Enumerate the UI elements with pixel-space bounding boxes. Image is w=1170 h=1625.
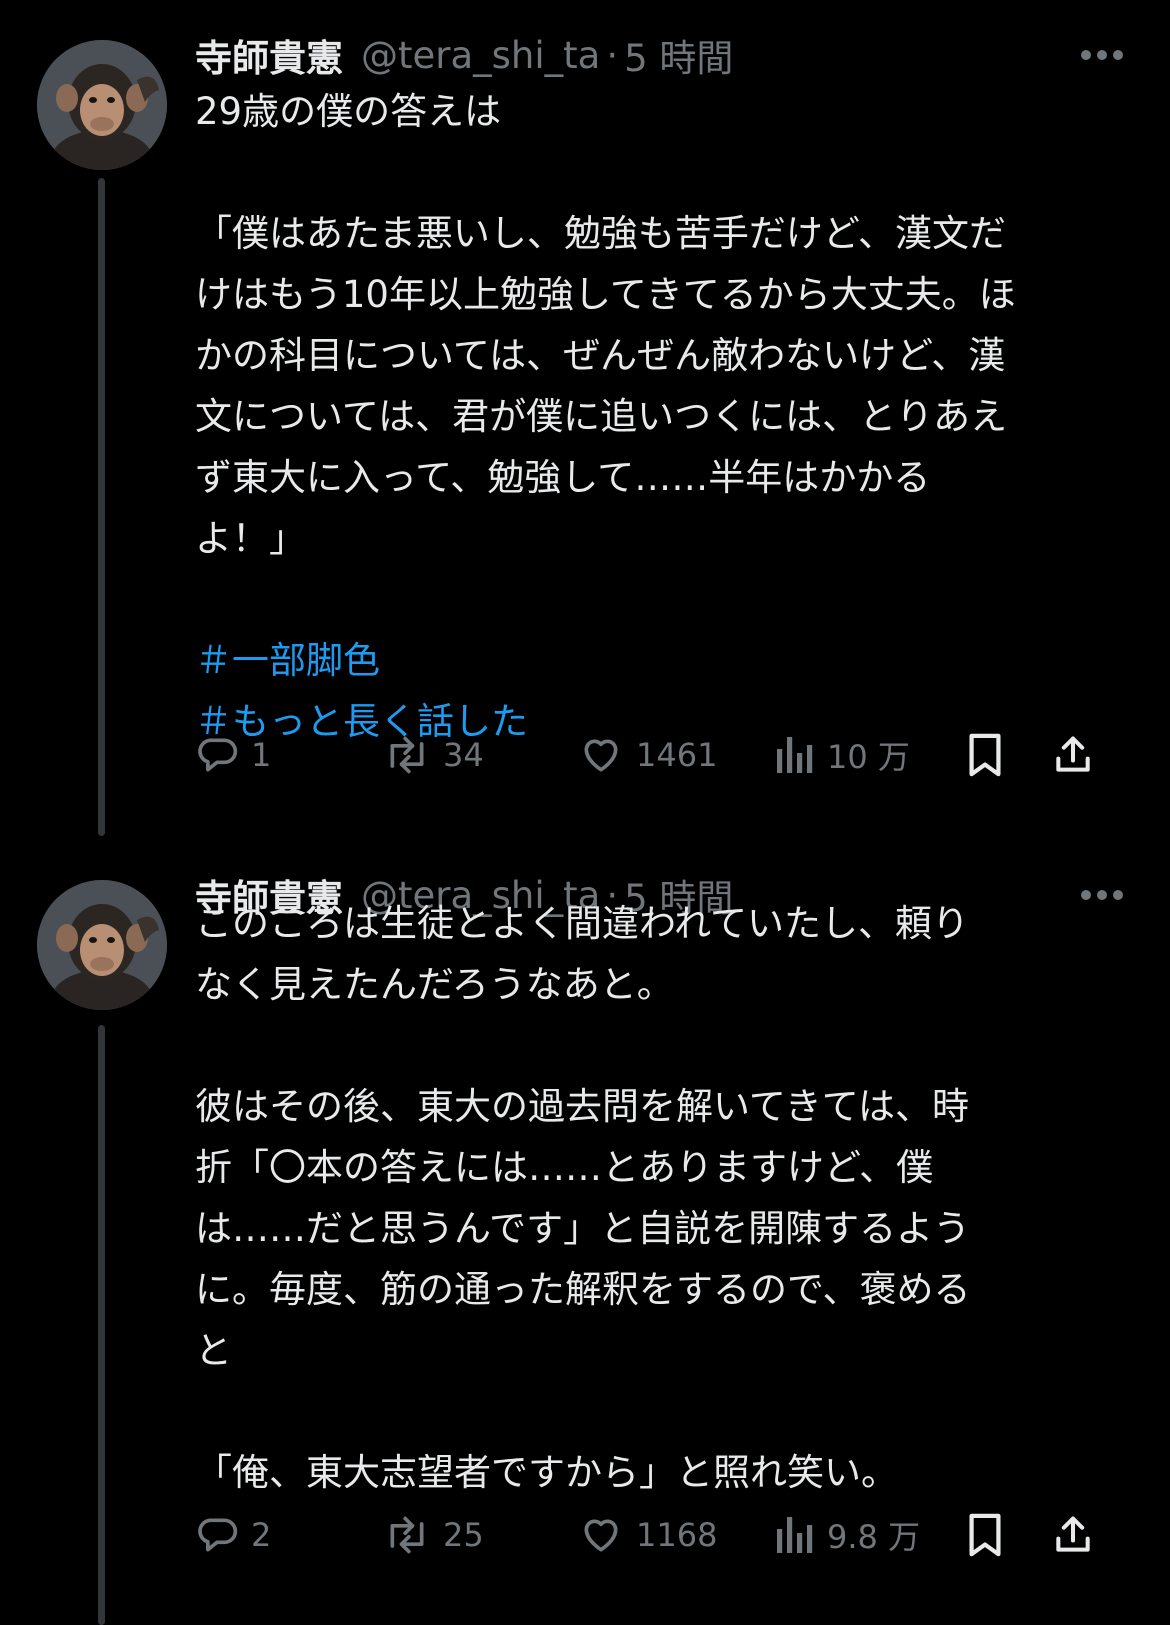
text-line: に。毎度、筋の通った解釈をするので、褒める <box>195 1268 971 1311</box>
more-options-button[interactable] <box>1072 25 1132 85</box>
text-line: かの科目については、ぜんぜん敵わないけど、漢 <box>195 334 1006 377</box>
text-line: 「俺、東大志望者ですから」と照れ笑い。 <box>195 1451 898 1494</box>
retweet-button[interactable]: 34 <box>383 725 484 785</box>
bookmark-button[interactable] <box>965 725 1005 785</box>
text-line: 文については、君が僕に追いつくには、とりあえ <box>195 395 1008 438</box>
avatar[interactable] <box>37 40 167 170</box>
avatar[interactable] <box>37 880 167 1010</box>
views-count: 10 万 <box>827 738 910 776</box>
share-button[interactable] <box>1051 725 1095 785</box>
tweet-text: 29歳の僕の答えは 「僕はあたま悪いし、勉強も苦手だけど、漢文だ けはもう10年… <box>195 81 1135 752</box>
tweet-actions: 2 25 1168 9.8 万 <box>195 1505 1130 1565</box>
text-line <box>195 1015 1135 1076</box>
thread-connector-line <box>98 1025 105 1625</box>
text-line <box>195 142 1135 203</box>
share-upload-icon <box>1056 1516 1090 1552</box>
bookmark-icon <box>969 1513 1001 1557</box>
thread-connector-line <box>98 178 105 836</box>
text-line: けはもう10年以上勉強してきてるから大丈夫。ほ <box>195 273 1016 316</box>
text-line <box>195 1381 1135 1442</box>
reply-button[interactable]: 2 <box>195 1505 271 1565</box>
retweet-button[interactable]: 25 <box>383 1505 484 1565</box>
text-line: 「僕はあたま悪いし、勉強も苦手だけど、漢文だ <box>195 212 1007 255</box>
heart-icon <box>584 1519 618 1552</box>
text-line: は……だと思うんです」と自説を開陳するよう <box>195 1207 971 1250</box>
retweet-icon <box>390 1516 424 1554</box>
text-line: よ！」 <box>195 517 306 560</box>
heart-icon <box>584 739 618 772</box>
hashtag-link[interactable]: ＃一部脚色 <box>195 630 1135 691</box>
user-handle[interactable]: @tera_shi_ta <box>361 34 600 77</box>
tweet-header: 寺師貴憲 @tera_shi_ta · 5 時間 <box>195 25 733 85</box>
chimpanzee-avatar-image <box>37 880 167 1010</box>
like-count: 1461 <box>636 736 718 774</box>
share-upload-icon <box>1056 736 1090 772</box>
views-button[interactable]: 9.8 万 <box>775 1505 920 1565</box>
text-line: と <box>195 1329 232 1372</box>
tweet-actions: 1 34 1461 10 万 <box>195 725 1130 785</box>
tweet-text: このころは生徒とよく間違われていたし、頼り なく見えたんだろうなあと。 彼はその… <box>195 893 1135 1503</box>
retweet-count: 25 <box>443 1516 484 1554</box>
reply-count: 1 <box>251 736 272 774</box>
text-line: このころは生徒とよく間違われていたし、頼り <box>195 902 970 945</box>
chimpanzee-avatar-image <box>37 40 167 170</box>
bookmark-icon <box>969 733 1001 777</box>
more-horizontal-icon <box>1081 50 1123 60</box>
reply-bubble-icon <box>198 738 238 772</box>
retweet-icon <box>390 736 424 774</box>
timestamp[interactable]: 5 時間 <box>624 28 733 82</box>
text-line: 29歳の僕の答えは <box>195 90 502 133</box>
like-count: 1168 <box>636 1516 718 1554</box>
separator-dot: · <box>606 33 619 77</box>
views-button[interactable]: 10 万 <box>775 725 910 785</box>
retweet-count: 34 <box>443 736 484 774</box>
reply-bubble-icon <box>198 1518 238 1552</box>
text-line: 折「〇本の答えには……とありますけど、僕 <box>195 1146 934 1189</box>
reply-count: 2 <box>251 1516 272 1554</box>
text-line: 彼はその後、東大の過去問を解いてきては、時 <box>195 1085 970 1128</box>
text-line: ず東大に入って、勉強して……半年はかかる <box>195 456 931 499</box>
like-button[interactable]: 1168 <box>578 1505 717 1565</box>
text-line: なく見えたんだろうなあと。 <box>195 963 674 1006</box>
text-line <box>195 569 1135 630</box>
reply-button[interactable]: 1 <box>195 725 271 785</box>
display-name[interactable]: 寺師貴憲 <box>195 28 343 82</box>
like-button[interactable]: 1461 <box>578 725 717 785</box>
views-bar-chart-icon <box>777 1517 813 1553</box>
views-count: 9.8 万 <box>827 1518 921 1556</box>
bookmark-button[interactable] <box>965 1505 1005 1565</box>
views-bar-chart-icon <box>777 737 813 773</box>
share-button[interactable] <box>1051 1505 1095 1565</box>
